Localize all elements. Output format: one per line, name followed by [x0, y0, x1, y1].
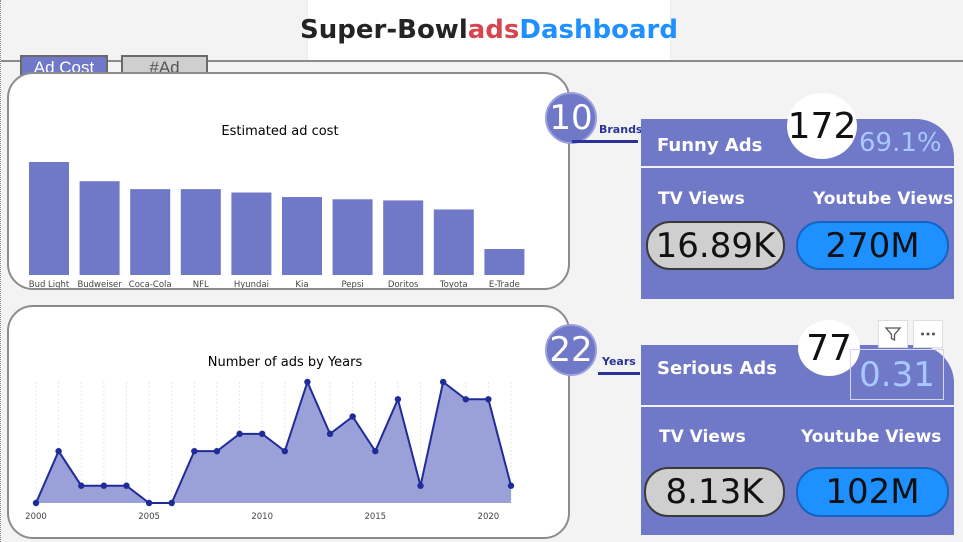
brands-label: Brands — [599, 123, 643, 136]
bar-tick-label: E-Trade — [489, 280, 520, 288]
serious-ads-ratio: 0.31 — [859, 354, 935, 395]
bar-tick-label: Coca-Cola — [129, 280, 172, 288]
bar-e-trade — [484, 249, 525, 275]
serious-ratio-frame: 0.31 — [850, 349, 944, 400]
data-point-2019 — [462, 396, 469, 403]
years-count-bubble: 22 — [545, 324, 597, 376]
serious-ads-title: Serious Ads — [657, 358, 777, 379]
data-point-2011 — [281, 447, 289, 455]
data-point-2020 — [485, 396, 492, 403]
serious-youtube-views-value: 102M — [796, 467, 949, 517]
data-point-2002 — [78, 482, 85, 489]
page-title: Super-Bowl ads Dashboard — [300, 0, 678, 60]
data-point-2013 — [326, 430, 334, 438]
data-point-2015 — [372, 447, 379, 455]
title-part-3: Dashboard — [519, 15, 678, 45]
bar-toyota — [433, 209, 474, 275]
title-part-1: Super-Bowl — [300, 15, 468, 45]
data-point-2003 — [100, 482, 108, 489]
funny-tv-views-label: TV Views — [658, 189, 745, 209]
ad-cost-chart-panel: Estimated ad cost Bud Light Budweiser Coca… — [7, 72, 570, 290]
bar-tick-label: Budweiser — [77, 280, 122, 288]
bar-hyundai — [231, 192, 272, 275]
data-point-2006 — [168, 499, 175, 507]
x-tick-label: 2000 — [25, 512, 47, 522]
serious-card-divider — [641, 405, 954, 407]
bar-tick-label: Pepsi — [341, 280, 363, 288]
years-label: Years — [602, 355, 636, 368]
brands-connector — [572, 140, 638, 143]
bar-doritos — [383, 200, 424, 275]
bar-bud-light — [29, 162, 69, 275]
data-point-2001 — [55, 447, 62, 455]
bar-tick-label: Doritos — [388, 280, 419, 288]
more-options-icon[interactable] — [913, 320, 943, 348]
serious-youtube-views-label: Youtube Views — [801, 427, 942, 447]
ad-cost-bar-chart: Estimated ad cost Bud Light Budweiser Coca… — [29, 124, 525, 290]
bar-coca-cola — [130, 189, 171, 275]
data-point-2005 — [145, 499, 153, 507]
x-tick-label: 2015 — [364, 512, 386, 522]
filter-icon[interactable] — [878, 320, 908, 348]
funny-ads-percent: 69.1% — [859, 128, 942, 158]
data-point-2010 — [258, 430, 266, 438]
data-point-2018 — [439, 378, 447, 386]
funny-card-divider — [641, 166, 954, 168]
bar-budweiser — [79, 181, 120, 275]
x-tick-label: 2020 — [478, 512, 500, 522]
bar-tick-label: Hyundai — [234, 280, 269, 288]
funny-tv-views-value: 16.89K — [646, 221, 785, 270]
title-part-2: ads — [467, 15, 520, 45]
bar-tick-label: Kia — [295, 280, 308, 288]
brands-count-bubble: 10 — [545, 92, 597, 144]
bar-pepsi — [332, 199, 373, 275]
data-point-2016 — [394, 396, 402, 403]
funny-ads-count: 172 — [787, 93, 857, 159]
data-point-2007 — [191, 447, 198, 455]
bar-chart-title: Estimated ad cost — [221, 124, 338, 139]
bar-nfl — [180, 189, 221, 275]
x-tick-label: 2010 — [251, 512, 273, 522]
data-point-2021 — [507, 482, 515, 489]
data-point-2000 — [32, 499, 40, 507]
funny-youtube-views-label: Youtube Views — [813, 189, 954, 209]
serious-tv-views-label: TV Views — [659, 427, 746, 447]
bar-tick-label: Bud Light — [29, 280, 70, 288]
data-point-2014 — [349, 413, 356, 420]
data-point-2008 — [213, 447, 221, 455]
bar-kia — [282, 197, 322, 275]
years-connector — [598, 372, 640, 375]
data-point-2012 — [304, 378, 311, 386]
data-point-2004 — [123, 482, 130, 489]
funny-ads-title: Funny Ads — [657, 135, 763, 156]
x-tick-label: 2005 — [138, 512, 160, 522]
ads-by-year-area-chart: Number of ads by Years 2000 2005 2010 2015 2… — [25, 355, 515, 522]
funny-youtube-views-value: 270M — [796, 221, 949, 270]
data-point-2017 — [417, 482, 424, 489]
bar-tick-label: Toyota — [439, 280, 468, 288]
serious-tv-views-value: 8.13K — [644, 467, 785, 517]
ads-by-year-chart-panel: Number of ads by Years 2000 2005 2010 2015 2… — [7, 305, 570, 539]
area-chart-title: Number of ads by Years — [208, 355, 363, 370]
data-point-2009 — [236, 430, 243, 438]
bar-tick-label: NFL — [193, 280, 209, 288]
